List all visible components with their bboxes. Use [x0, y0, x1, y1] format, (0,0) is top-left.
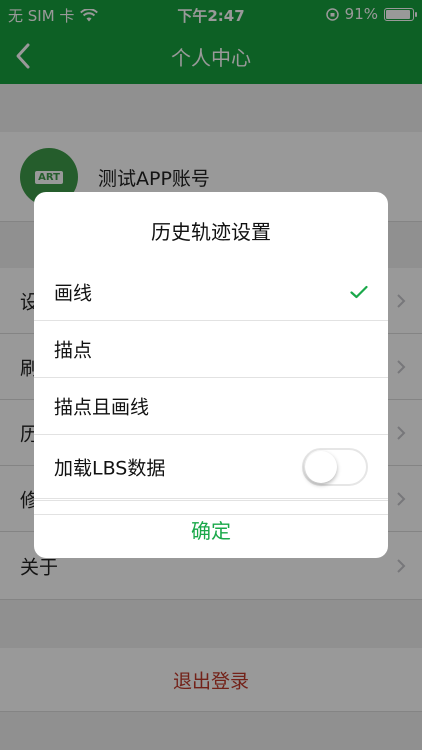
- option-load-lbs: 加载LBS数据: [34, 435, 388, 499]
- option-label: 加载LBS数据: [54, 457, 166, 479]
- lbs-toggle-switch[interactable]: [302, 447, 368, 486]
- option-label: 画线: [54, 282, 93, 305]
- history-track-dialog: 历史轨迹设置 画线 描点 描点且画线 加载LBS数据 确定: [34, 192, 388, 558]
- dialog-title: 历史轨迹设置: [151, 220, 271, 244]
- confirm-button[interactable]: 确定: [34, 500, 388, 558]
- checkmark-icon: [350, 285, 368, 299]
- toggle-knob: [305, 450, 337, 483]
- option-label: 描点: [54, 339, 93, 362]
- option-label: 描点且画线: [54, 396, 150, 419]
- option-draw-points[interactable]: 描点: [34, 321, 388, 378]
- option-draw-line[interactable]: 画线: [34, 264, 388, 321]
- option-points-and-line[interactable]: 描点且画线: [34, 378, 388, 435]
